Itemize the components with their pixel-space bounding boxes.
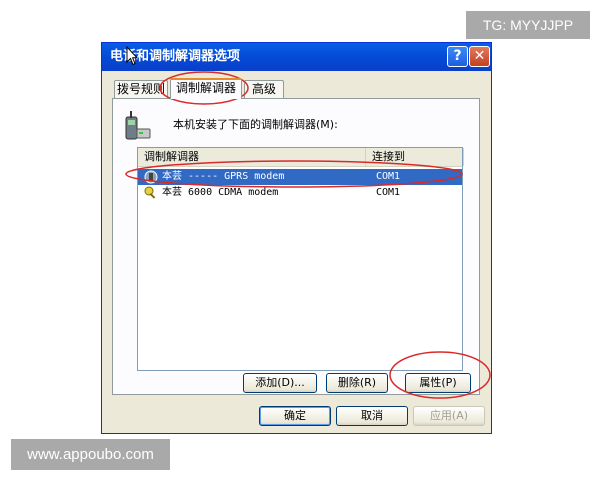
- modem-list[interactable]: 调制解调器 连接到 本芸 ----- GPRS modem COM1 本芸 60…: [137, 147, 464, 371]
- remove-button[interactable]: 删除(R): [326, 373, 388, 393]
- list-header: 调制解调器 连接到: [138, 148, 464, 167]
- column-header-modem[interactable]: 调制解调器: [138, 148, 366, 166]
- help-button[interactable]: ?: [447, 46, 468, 67]
- modem-port: COM1: [376, 171, 401, 182]
- phone-icon: [125, 111, 151, 140]
- column-header-port[interactable]: 连接到: [366, 148, 464, 166]
- modem-name: 本芸 ----- GPRS modem: [162, 171, 285, 182]
- properties-button[interactable]: 属性(P): [405, 373, 471, 393]
- apply-button[interactable]: 应用(A): [413, 406, 485, 426]
- table-row[interactable]: 本芸 6000 CDMA modem COM1: [138, 185, 462, 201]
- tab-advanced[interactable]: 高级: [244, 80, 284, 98]
- modem-key-icon: [144, 186, 156, 199]
- tab-panel: 本机安装了下面的调制解调器(M): 调制解调器 连接到 本芸 ----- GPR…: [112, 98, 480, 395]
- modem-name: 本芸 6000 CDMA modem: [162, 187, 279, 198]
- modem-phone-icon: [144, 170, 158, 184]
- close-button[interactable]: ✕: [469, 46, 490, 67]
- watermark-top: TG: MYYJJPP: [466, 11, 590, 39]
- ok-button[interactable]: 确定: [259, 406, 331, 426]
- add-button[interactable]: 添加(D)...: [243, 373, 317, 393]
- cancel-button[interactable]: 取消: [336, 406, 408, 426]
- table-row[interactable]: 本芸 ----- GPRS modem COM1: [138, 169, 462, 185]
- tab-modems[interactable]: 调制解调器: [170, 78, 242, 99]
- dialog-window: 电话和调制解调器选项 ? ✕ 拨号规则 调制解调器 高级 本机安装了下面的调制解…: [101, 42, 492, 434]
- tab-dialing-rules[interactable]: 拨号规则: [114, 80, 168, 98]
- mouse-cursor-icon: [126, 46, 138, 66]
- modem-list-description: 本机安装了下面的调制解调器(M):: [173, 118, 338, 131]
- title-bar[interactable]: 电话和调制解调器选项 ? ✕: [102, 43, 491, 71]
- watermark-bottom: www.appoubo.com: [11, 439, 170, 470]
- modem-port: COM1: [376, 187, 401, 198]
